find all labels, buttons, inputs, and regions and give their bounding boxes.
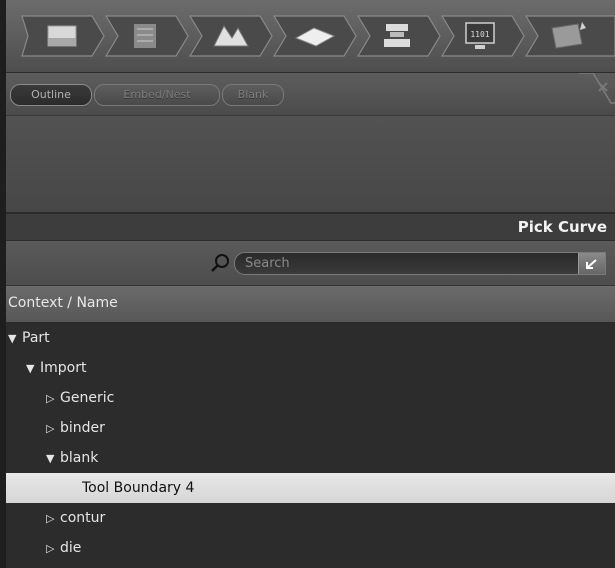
monitor-binary-icon: 1101 [440, 15, 525, 57]
tab-blank-label: Blank [237, 88, 269, 101]
tab-embed-nest-label: Embed/Nest [123, 88, 191, 101]
tree-item-tool-boundary-4[interactable]: Tool Boundary 4 [6, 473, 615, 503]
die-surface-icon [188, 15, 273, 57]
tree-item-die[interactable]: ▷ die [6, 533, 615, 563]
column-header-label: Context / Name [8, 295, 118, 311]
layers-icon [104, 15, 189, 57]
collapsed-arrow-icon[interactable]: ▷ [46, 534, 60, 564]
tab-outline-label: Outline [31, 88, 71, 101]
search-reset-button[interactable] [578, 253, 605, 274]
pick-curve-window: 1101 Outline Embed/Nest Blank Pick Curve [6, 0, 615, 568]
tab-embed-nest[interactable]: Embed/Nest [94, 84, 220, 106]
tab-bar: Outline Embed/Nest Blank [6, 72, 615, 116]
blank-plate-icon [272, 15, 357, 57]
collapsed-arrow-icon[interactable]: ▷ [46, 414, 60, 444]
tree-item-label: Part [22, 330, 50, 346]
reset-arrow-icon [586, 259, 597, 269]
workflow-step-press[interactable] [354, 14, 442, 58]
results-icon [524, 15, 615, 57]
close-panel-button[interactable] [579, 72, 615, 115]
tree-item-blank[interactable]: ▼ blank [6, 443, 615, 473]
panel-title: Pick Curve [517, 218, 607, 236]
tree-item-contur[interactable]: ▷ contur [6, 503, 615, 533]
monitor-binary-label: 1101 [470, 30, 489, 39]
workflow-step-import[interactable] [18, 14, 106, 58]
sheet-icon [21, 15, 105, 57]
tree-item-label: binder [60, 420, 105, 436]
search-icon [211, 254, 229, 272]
workflow-toolbar: 1101 [6, 0, 615, 73]
collapsed-arrow-icon[interactable]: ▷ [46, 384, 60, 414]
close-icon [579, 72, 615, 104]
workflow-step-results[interactable] [522, 14, 615, 58]
press-icon [356, 15, 441, 57]
tree-item-label: blank [60, 450, 99, 466]
column-header-context-name[interactable]: Context / Name [6, 286, 615, 323]
tree-item-label: contur [60, 510, 106, 526]
tree-item-label: Tool Boundary 4 [82, 480, 195, 496]
tree-item-label: Generic [60, 390, 115, 406]
workflow-step-blank[interactable] [270, 14, 358, 58]
tree-item-label: die [60, 540, 82, 556]
tree-item-part[interactable]: ▼ Part [6, 323, 615, 353]
tree-item-generic[interactable]: ▷ Generic [6, 383, 615, 413]
expanded-arrow-icon[interactable]: ▼ [8, 324, 22, 354]
tab-outline[interactable]: Outline [10, 84, 92, 106]
tree-item-label: Import [40, 360, 87, 376]
options-panel [6, 116, 615, 214]
workflow-step-die-surface[interactable] [186, 14, 274, 58]
expanded-arrow-icon[interactable]: ▼ [26, 354, 40, 384]
search-bar: Search [6, 241, 615, 286]
workflow-step-monitor[interactable]: 1101 [438, 14, 526, 58]
tree-item-import[interactable]: ▼ Import [6, 353, 615, 383]
search-input[interactable]: Search [234, 252, 606, 275]
panel-header: Pick Curve [6, 214, 615, 241]
expanded-arrow-icon[interactable]: ▼ [46, 444, 60, 474]
tree-item-binder[interactable]: ▷ binder [6, 413, 615, 443]
context-tree: ▼ Part ▼ Import ▷ Generic ▷ binder ▼ blank To… [6, 323, 615, 563]
search-placeholder: Search [245, 256, 290, 271]
collapsed-arrow-icon[interactable]: ▷ [46, 504, 60, 534]
tab-blank[interactable]: Blank [222, 84, 284, 106]
workflow-step-layers[interactable] [102, 14, 190, 58]
